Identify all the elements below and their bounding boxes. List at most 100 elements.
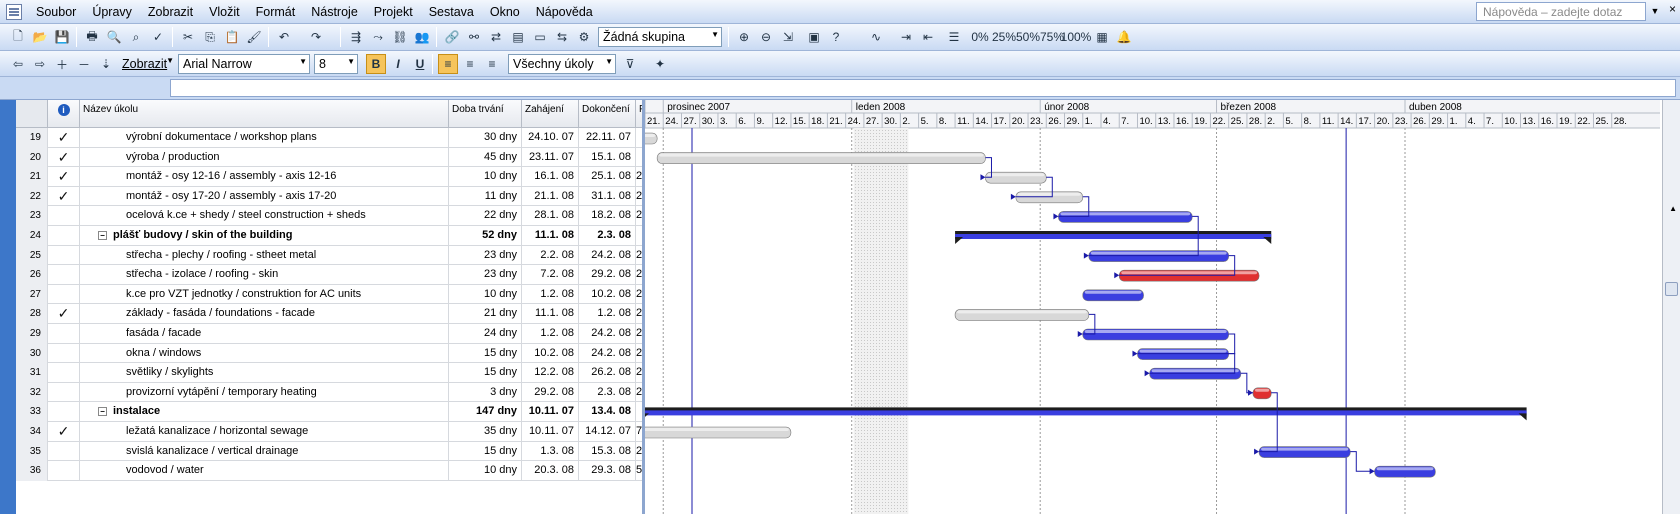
table-row[interactable]: 25 střecha - plechy / roofing - stheet me… [16, 245, 642, 266]
header-task-name[interactable]: Název úkolu [80, 100, 449, 128]
search-icon[interactable]: ⌕ [126, 27, 146, 47]
tracking-gantt-icon[interactable]: ∿ [866, 27, 886, 47]
vertical-scrollbar[interactable]: ▲ [1662, 100, 1680, 514]
add-progress-icon[interactable]: ▦ [1092, 27, 1112, 47]
align-left-icon[interactable]: ≡ [438, 54, 458, 74]
menu-item[interactable]: Projekt [366, 5, 421, 19]
percent-25-icon[interactable]: 25% [992, 27, 1016, 47]
header-start[interactable]: Zahájení [522, 100, 579, 128]
table-row[interactable]: 35 svislá kanalizace / vertical drainage 1… [16, 441, 642, 462]
outdent-icon[interactable]: ⇤ [918, 27, 938, 47]
save-icon[interactable]: 💾 [52, 27, 72, 47]
percent-0-icon[interactable]: 0% [970, 27, 990, 47]
minus-icon[interactable]: － [74, 54, 94, 74]
arrow-left-icon[interactable]: ⇦ [8, 54, 28, 74]
task-info-icon[interactable]: ▤ [508, 27, 528, 47]
insert-hyperlink-icon[interactable]: ⇶ [346, 27, 366, 47]
copy-picture-to-office-icon[interactable]: ▣ [804, 27, 824, 47]
link-tasks-icon[interactable]: 🔗 [442, 27, 462, 47]
bold-button[interactable]: B [366, 54, 386, 74]
task-notes-icon[interactable]: ▭ [530, 27, 550, 47]
scroll-thumb[interactable] [1665, 282, 1678, 296]
assign-resources-icon[interactable]: 👥 [412, 27, 432, 47]
cut-icon[interactable]: ✂ [178, 27, 198, 47]
copy-picture-icon[interactable]: ⇆ [552, 27, 572, 47]
menu-item[interactable]: Okno [482, 5, 528, 19]
table-row[interactable]: 21 ✓ montáž - osy 12-16 / assembly - axis … [16, 167, 642, 187]
header-indicators[interactable]: i [48, 100, 80, 128]
indent-icon[interactable]: ⇥ [896, 27, 916, 47]
align-center-icon[interactable]: ≡ [460, 54, 480, 74]
zoom-in-icon[interactable]: ⊕ [734, 27, 754, 47]
publish-icon[interactable]: ⚙ [574, 27, 594, 47]
notification-bell-icon[interactable]: 🔔 [1114, 27, 1134, 47]
show-dropdown[interactable]: Zobrazit ▼ [118, 54, 176, 74]
table-row[interactable]: 19 ✓ výrobní dokumentace / workshop plans 3… [16, 128, 642, 148]
table-row[interactable]: 32 provizorní vytápění / temporary heatin… [16, 382, 642, 403]
menu-item[interactable]: Soubor [28, 5, 84, 19]
table-row[interactable]: 33− instalace 147 dny 10.11. 07 13.4. 08 [16, 402, 642, 422]
table-row[interactable]: 28 ✓ základy - fasáda / foundations - faca… [16, 304, 642, 324]
table-row[interactable]: 20 ✓ výroba / production 45 dny 23.11. 07 15.… [16, 147, 642, 168]
new-document-icon[interactable]: 🗋 [8, 27, 28, 47]
percent-100-icon[interactable]: 100% [1061, 27, 1092, 47]
gantt-wizard-icon[interactable]: ✦ [650, 54, 670, 74]
menu-item[interactable]: Úpravy [84, 5, 140, 19]
format-painter-icon[interactable]: 🖌 [244, 27, 264, 47]
table-row[interactable]: 26 střecha - izolace / roofing - skin 23 d… [16, 265, 642, 285]
zoom-out-icon[interactable]: ⊖ [756, 27, 776, 47]
table-row[interactable]: 22 ✓ montáž - osy 17-20 / assembly - axis … [16, 186, 642, 207]
paste-icon[interactable]: 📋 [222, 27, 242, 47]
menu-item[interactable]: Vložit [201, 5, 248, 19]
close-window-icon[interactable]: × [1669, 2, 1676, 16]
scroll-up-icon[interactable]: ▲ [1669, 204, 1677, 213]
table-row[interactable]: 36 vodovod / water 10 dny 20.3. 08 29.3. 08 5 [16, 461, 642, 481]
menu-item[interactable]: Nástroje [303, 5, 366, 19]
help-icon[interactable]: ? [826, 27, 846, 47]
menu-item[interactable]: Zobrazit [140, 5, 201, 19]
percent-50-icon[interactable]: 50% [1016, 27, 1040, 47]
collapse-icon[interactable]: − [98, 230, 107, 240]
header-finish[interactable]: Dokončení [579, 100, 636, 128]
print-icon[interactable]: 🖶 [82, 27, 102, 47]
help-search-input[interactable]: Nápověda – zadejte dotaz [1476, 2, 1646, 21]
arrow-right-icon[interactable]: ⇨ [30, 54, 50, 74]
split-task-icon[interactable]: ⤳ [368, 27, 388, 47]
copy-icon[interactable]: ⎘ [200, 27, 220, 47]
split-icon[interactable]: ⇄ [486, 27, 506, 47]
menu-item[interactable]: Nápověda [528, 5, 601, 19]
spelling-icon[interactable]: ✓ [148, 27, 168, 47]
header-id[interactable] [16, 100, 48, 128]
open-folder-icon[interactable]: 📂 [30, 27, 50, 47]
undo-icon[interactable]: ↶ [274, 27, 294, 47]
table-row[interactable]: 24− plášť budovy / skin of the building 52… [16, 226, 642, 246]
table-row[interactable]: 31 světliky / skylights 15 dny 12.2. 08 26.2… [16, 363, 642, 383]
table-row[interactable]: 29 fasáda / facade 24 dny 1.2. 08 24.2. 08 2 [16, 324, 642, 344]
table-row[interactable]: 23 ocelová k.ce + shedy / steel construct… [16, 206, 642, 226]
italic-button[interactable]: I [388, 54, 408, 74]
help-dropdown-icon[interactable]: ▼ [1648, 2, 1662, 21]
redo-icon[interactable]: ↷ [306, 27, 326, 47]
project-document-icon[interactable] [6, 3, 22, 20]
align-right-icon[interactable]: ≡ [482, 54, 502, 74]
table-row[interactable]: 34 ✓ ležatá kanalizace / horizontal sewage… [16, 422, 642, 442]
autofilter-icon[interactable]: ⊽ [620, 54, 640, 74]
entry-field-input[interactable] [170, 79, 1676, 97]
table-row[interactable]: 27 k.ce pro VZT jednotky / construktion f… [16, 284, 642, 305]
show-subtasks-icon[interactable]: ⇣ [96, 54, 116, 74]
scroll-to-task-icon[interactable]: ⇲ [778, 27, 798, 47]
menu-item[interactable]: Sestava [421, 5, 482, 19]
percent-75-icon[interactable]: 75% [1040, 27, 1064, 47]
font-select[interactable]: Arial Narrow ▼ [178, 54, 310, 74]
filter-select[interactable]: Všechny úkoly ▼ [508, 54, 616, 74]
plus-icon[interactable]: ＋ [52, 54, 72, 74]
font-size-select[interactable]: 8 ▼ [314, 54, 358, 74]
group-select[interactable]: Žádná skupina ▼ [598, 27, 722, 47]
unlink-tasks-icon[interactable]: ⚯ [464, 27, 484, 47]
collapse-icon[interactable]: − [98, 406, 107, 416]
menu-item[interactable]: Formát [248, 5, 304, 19]
update-tasks-icon[interactable]: ☰ [944, 27, 964, 47]
header-duration[interactable]: Doba trvání [449, 100, 522, 128]
print-preview-icon[interactable]: 🔍 [104, 27, 124, 47]
table-row[interactable]: 30 okna / windows 15 dny 10.2. 08 24.2. 08 2 [16, 343, 642, 364]
